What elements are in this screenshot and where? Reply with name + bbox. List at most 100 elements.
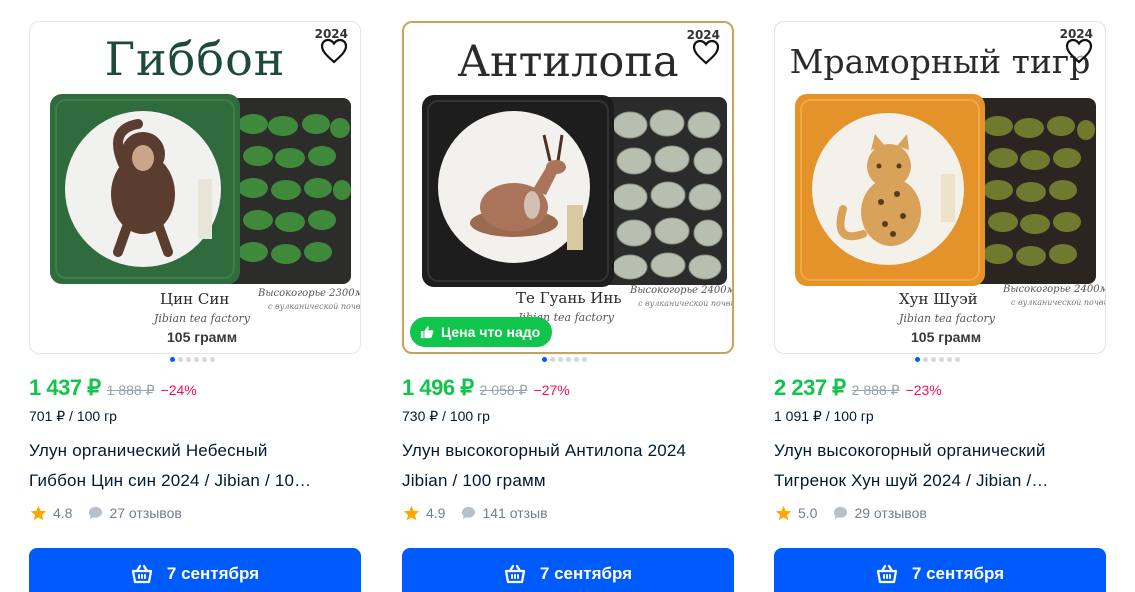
pager-dot[interactable] (574, 357, 579, 362)
star-icon (775, 505, 792, 521)
delivery-date: 7 сентября (539, 564, 633, 583)
pack-altitude: Высокогорье 2400м (1003, 284, 1106, 295)
pack-altitude-note: с вулканической почвы (268, 302, 361, 311)
pack-altitude-note: с вулканической почвы (1011, 298, 1106, 307)
product-title-line[interactable]: Jibian / 100 грамм (402, 466, 734, 496)
pack-altitude-note: с вулканической почвы (638, 299, 734, 308)
unit-price: 701 ₽ / 100 гр (29, 408, 117, 424)
product-title-line[interactable]: Улун органический Небесный (29, 436, 361, 466)
pack-brand-title: Гиббон (104, 32, 286, 86)
price-row: 2 237 ₽ 2 888 ₽ −23% (774, 375, 942, 401)
price-row: 1 437 ₽ 1 888 ₽ −24% (29, 375, 197, 401)
basket-icon (504, 564, 526, 584)
delivery-button[interactable]: 7 сентября (402, 548, 734, 592)
product-title[interactable]: Улун высокогорный Антилопа 2024 Jibian /… (402, 436, 734, 496)
comment-bubble-icon (833, 506, 848, 520)
favorite-heart-icon[interactable] (318, 35, 350, 67)
comment-bubble-icon (461, 506, 476, 520)
pager-dot[interactable] (194, 357, 199, 362)
current-price: 1 437 ₽ (29, 375, 101, 400)
badge-label: Цена что надо (441, 324, 541, 340)
pack-weight: 105 грамм (911, 329, 982, 345)
rating-row[interactable]: 4.9 141 отзыв (403, 505, 548, 521)
pager-dot[interactable] (542, 357, 547, 362)
pager-dot[interactable] (923, 357, 928, 362)
product-title-line[interactable]: Гиббон Цин син 2024 / Jibian / 10… (29, 466, 361, 496)
delivery-date: 7 сентября (166, 564, 260, 583)
photo-pager[interactable] (170, 357, 215, 362)
pack-brand-title: Антилопа (457, 37, 679, 87)
pager-dot[interactable] (558, 357, 563, 362)
current-price: 2 237 ₽ (774, 375, 846, 400)
pager-dot[interactable] (178, 357, 183, 362)
reviews-count: 141 отзыв (482, 505, 548, 521)
pack-tea-name: Цин Син (160, 290, 230, 308)
rating-value: 4.8 (53, 505, 73, 521)
favorite-heart-icon[interactable] (1063, 35, 1095, 67)
delivery-button[interactable]: 7 сентября (774, 548, 1106, 592)
product-card[interactable]: Гиббон 2024 Цин Син Jibian tea factory 1… (29, 0, 361, 592)
unit-price: 1 091 ₽ / 100 гр (774, 408, 874, 424)
discount-percent: −24% (160, 382, 197, 398)
favorite-heart-icon[interactable] (690, 36, 722, 68)
product-title[interactable]: Улун органический Небесный Гиббон Цин си… (29, 436, 361, 496)
reviews-count: 27 отзывов (109, 505, 182, 521)
product-photo[interactable]: Антилопа 2024 Те Гуань Инь Jibian tea fa… (402, 21, 734, 354)
delivery-button[interactable]: 7 сентября (29, 548, 361, 592)
tea-pack-illustration (48, 94, 354, 312)
pack-factory: Jibian tea factory (899, 312, 995, 325)
tea-pack-illustration (793, 94, 1099, 312)
pack-brand-title: Мраморный тигр (789, 42, 1091, 81)
pack-factory: Jibian tea factory (154, 312, 250, 325)
pack-altitude: Высокогорье 2400м (630, 285, 734, 296)
pack-weight: 105 грамм (167, 329, 238, 345)
pager-dot[interactable] (170, 357, 175, 362)
basket-icon (131, 564, 153, 584)
pager-dot[interactable] (550, 357, 555, 362)
product-title-line[interactable]: Улун высокогорный Антилопа 2024 (402, 436, 734, 466)
star-icon (30, 505, 47, 521)
product-photo[interactable]: Мраморный тигр 2024 Хун Шуэй Jibian tea … (774, 21, 1106, 354)
current-price: 1 496 ₽ (402, 375, 474, 400)
product-photo[interactable]: Гиббон 2024 Цин Син Jibian tea factory 1… (29, 21, 361, 354)
pack-altitude: Высокогорье 2300м (258, 288, 361, 299)
rating-value: 4.9 (426, 505, 446, 521)
pager-dot[interactable] (582, 357, 587, 362)
pager-dot[interactable] (939, 357, 944, 362)
reviews-count: 29 отзывов (854, 505, 927, 521)
product-title-line[interactable]: Улун высокогорный органический (774, 436, 1106, 466)
delivery-date: 7 сентября (911, 564, 1005, 583)
pager-dot[interactable] (955, 357, 960, 362)
old-price: 1 888 ₽ (106, 382, 155, 398)
product-title-line[interactable]: Тигренок Хун шуй 2024 / Jibian /… (774, 466, 1106, 496)
pager-dot[interactable] (931, 357, 936, 362)
old-price: 2 058 ₽ (479, 382, 528, 398)
pager-dot[interactable] (566, 357, 571, 362)
rating-value: 5.0 (798, 505, 818, 521)
basket-icon (876, 564, 898, 584)
product-title[interactable]: Улун высокогорный органический Тигренок … (774, 436, 1106, 496)
pager-dot[interactable] (186, 357, 191, 362)
pager-dot[interactable] (210, 357, 215, 362)
product-card[interactable]: Антилопа 2024 Те Гуань Инь Jibian tea fa… (402, 0, 734, 592)
comment-bubble-icon (88, 506, 103, 520)
pack-tea-name: Хун Шуэй (899, 290, 978, 308)
thumbs-up-icon (420, 325, 434, 339)
star-icon (403, 505, 420, 521)
price-row: 1 496 ₽ 2 058 ₽ −27% (402, 375, 570, 401)
rating-row[interactable]: 4.8 27 отзывов (30, 505, 182, 521)
pack-tea-name: Те Гуань Инь (516, 289, 622, 307)
discount-percent: −27% (533, 382, 570, 398)
good-price-badge: Цена что надо (410, 317, 553, 347)
pager-dot[interactable] (915, 357, 920, 362)
unit-price: 730 ₽ / 100 гр (402, 408, 490, 424)
tea-pack-illustration (422, 95, 728, 313)
discount-percent: −23% (905, 382, 942, 398)
pager-dot[interactable] (202, 357, 207, 362)
photo-pager[interactable] (542, 357, 587, 362)
product-card[interactable]: Мраморный тигр 2024 Хун Шуэй Jibian tea … (774, 0, 1106, 592)
rating-row[interactable]: 5.0 29 отзывов (775, 505, 927, 521)
old-price: 2 888 ₽ (851, 382, 900, 398)
pager-dot[interactable] (947, 357, 952, 362)
photo-pager[interactable] (915, 357, 960, 362)
